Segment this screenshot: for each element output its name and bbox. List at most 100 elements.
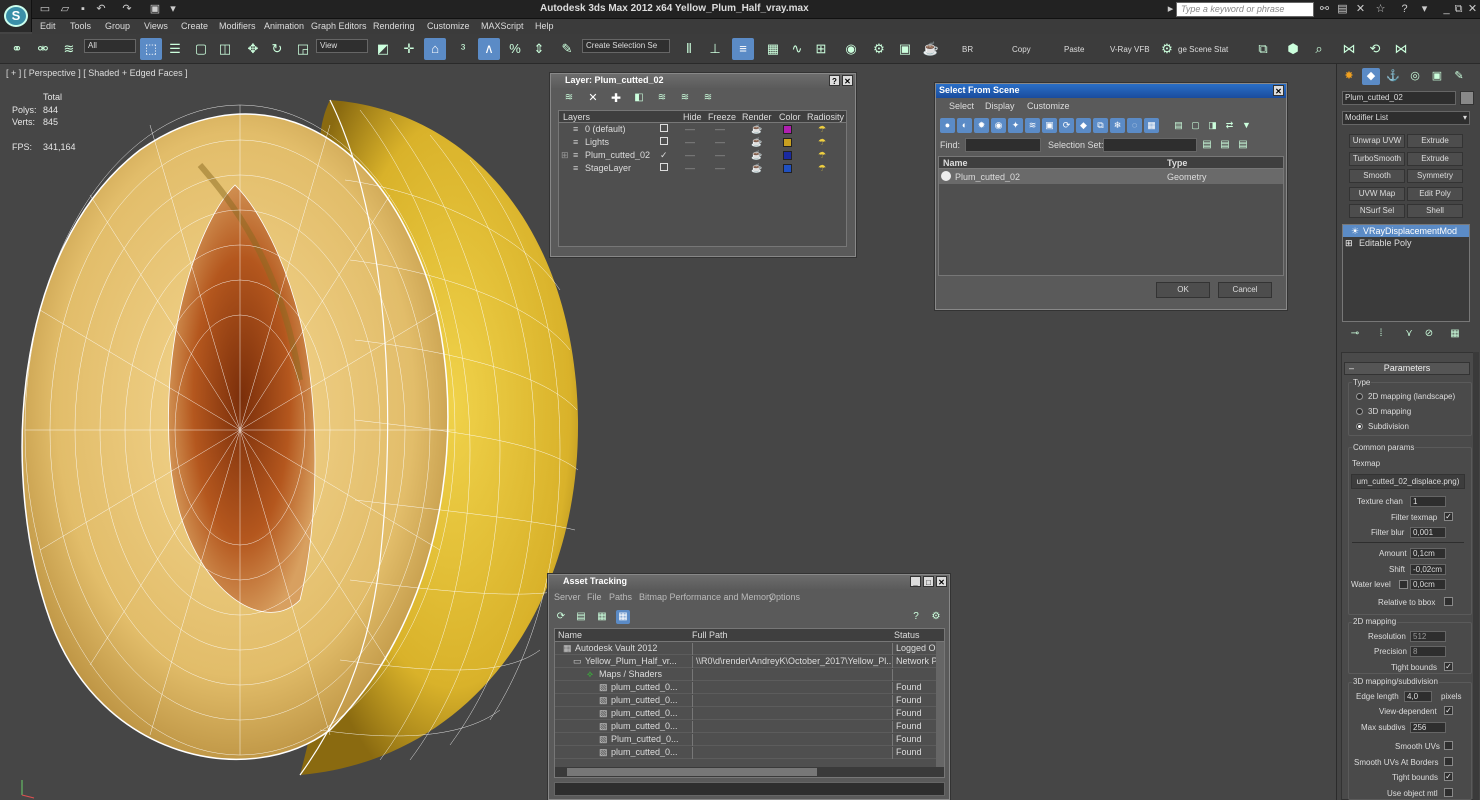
link-icon[interactable]: ⚭	[6, 38, 28, 60]
stack-item-editable-poly[interactable]: ⊞ Editable Poly	[1343, 237, 1469, 249]
modifier-button-unwrap-uvw[interactable]: Unwrap UVW	[1349, 134, 1405, 148]
layer-color-swatch[interactable]	[783, 125, 792, 136]
col-name[interactable]: Name	[943, 158, 968, 168]
layer-delete-icon[interactable]: ✕	[584, 90, 602, 106]
select-menu-select[interactable]: Select	[949, 101, 974, 111]
curve-editor-icon[interactable]: ∿	[786, 38, 808, 60]
scale-icon[interactable]: ◲	[292, 38, 314, 60]
tight-bounds-2-checkbox[interactable]: ✓	[1444, 772, 1453, 781]
hierarchy-tab-icon[interactable]: ⚓	[1384, 68, 1402, 85]
rotate-icon[interactable]: ↻	[266, 38, 288, 60]
helper-icon[interactable]: ⋈	[1338, 38, 1360, 60]
water-level-checkbox[interactable]	[1399, 580, 1408, 589]
display-cameras-icon[interactable]: ◉	[991, 118, 1006, 133]
display-shapes-icon[interactable]: ◐	[957, 118, 972, 133]
col-name[interactable]: Name	[558, 630, 582, 640]
menu-create[interactable]: Create	[181, 21, 208, 31]
maximize-icon[interactable]: □	[923, 576, 934, 587]
ok-button[interactable]: OK	[1156, 282, 1210, 298]
redo-icon[interactable]: ↷	[120, 2, 134, 16]
objects-icon[interactable]: ⬢	[1282, 38, 1304, 60]
display-tab-icon[interactable]: ▣	[1428, 68, 1446, 85]
pivot-center-icon[interactable]: ◩	[372, 38, 394, 60]
smooth-uvs-checkbox[interactable]	[1444, 741, 1453, 750]
delete-selset-icon[interactable]: ▤	[1236, 138, 1250, 152]
pin-stack-icon[interactable]: ⊸	[1346, 326, 1364, 342]
max-subdivs-field[interactable]: 256	[1410, 722, 1446, 733]
select-window-titlebar[interactable]: Select From Scene ✕	[936, 84, 1286, 98]
display-groups-icon[interactable]: ▣	[1042, 118, 1057, 133]
close-icon[interactable]: ✕	[936, 576, 947, 587]
col-radiosity[interactable]: Radiosity	[807, 112, 844, 122]
scene-stats-button[interactable]: ge Scene Stat	[1178, 45, 1228, 54]
hide-toggle[interactable]: ––	[685, 137, 695, 147]
render-setup-icon[interactable]: ⚙	[868, 38, 890, 60]
radiosity-icon[interactable]: ☂	[818, 150, 826, 161]
asset-list[interactable]: Name Full Path Status ▦ Autodesk Vault 20…	[554, 628, 945, 778]
table-row[interactable]: ▭ Yellow_Plum_Half_vr... \\R0\d\render\And…	[555, 655, 944, 668]
parameters-rollout-header[interactable]: – Parameters	[1344, 362, 1470, 375]
reference-coord-dropdown[interactable]: View	[316, 39, 368, 53]
table-view-icon[interactable]: ▦	[616, 610, 630, 624]
binoculars-icon[interactable]: ⚯	[1318, 3, 1331, 16]
layer-row[interactable]: ≡ Plum_cutted_02 ✓ –– –– ☕ ☂ ⊞	[559, 149, 846, 162]
layer-color-swatch[interactable]	[783, 151, 792, 162]
communication-center-icon[interactable]: ✕	[1354, 3, 1367, 16]
motion-tab-icon[interactable]: ◎	[1406, 68, 1424, 85]
table-row[interactable]: ▦ Autodesk Vault 2012 Logged Ou	[555, 642, 944, 655]
col-status[interactable]: Status	[894, 630, 920, 640]
freeze-toggle[interactable]: ––	[715, 150, 725, 160]
modify-tab-icon[interactable]: ◆	[1362, 68, 1380, 85]
modifier-button-nsurf-sel[interactable]: NSurf Sel	[1349, 204, 1405, 218]
select-manipulate-icon[interactable]: ✛	[398, 38, 420, 60]
menu-tools[interactable]: Tools	[70, 21, 91, 31]
display-xrefs-icon[interactable]: ⟳	[1059, 118, 1074, 133]
show-end-result-icon[interactable]: ⁞	[1372, 326, 1390, 342]
br-button[interactable]: BR	[962, 45, 973, 54]
radiosity-icon[interactable]: ☂	[818, 137, 826, 148]
layer-name[interactable]: StageLayer	[585, 163, 631, 173]
layer-hide-all-icon[interactable]: ≋	[676, 90, 694, 106]
hide-toggle[interactable]: ––	[685, 124, 695, 134]
display-lights-icon[interactable]: ✹	[974, 118, 989, 133]
tight-bounds-checkbox[interactable]: ✓	[1444, 662, 1453, 671]
selection-filter-dropdown[interactable]: All	[84, 39, 136, 53]
mirror-icon[interactable]: ⫴	[678, 38, 700, 60]
texmap-button[interactable]: um_cutted_02_displace.png)	[1351, 474, 1465, 489]
relative-bbox-checkbox[interactable]	[1444, 597, 1453, 606]
col-hide[interactable]: Hide	[683, 112, 702, 122]
render-teapot-icon[interactable]: ☕	[751, 124, 762, 135]
table-row[interactable]: ⟡ Maps / Shaders	[555, 668, 944, 681]
menu-maxscript[interactable]: MAXScript	[481, 21, 524, 31]
new-file-icon[interactable]: ▭	[38, 2, 52, 16]
amount-field[interactable]: 0,1cm	[1410, 548, 1446, 559]
radio-3d-mapping[interactable]	[1356, 408, 1363, 415]
render-teapot-icon[interactable]: ☕	[751, 163, 762, 174]
help-icon[interactable]: ?	[829, 75, 840, 86]
create-tab-icon[interactable]: ✸	[1340, 68, 1358, 85]
menu-group[interactable]: Group	[105, 21, 130, 31]
table-row[interactable]: ▧ plum_cutted_0... Found	[555, 746, 944, 759]
copy-button[interactable]: Copy	[1012, 45, 1031, 54]
radio-2d-mapping[interactable]	[1356, 393, 1363, 400]
layer-current-box[interactable]	[660, 163, 668, 173]
asset-vscrollbar[interactable]	[936, 642, 944, 767]
layer-current-box[interactable]	[660, 124, 668, 134]
material-editor-icon[interactable]: ◉	[840, 38, 862, 60]
close-icon[interactable]: ✕	[842, 75, 853, 86]
search-input[interactable]: Type a keyword or phrase	[1176, 2, 1314, 17]
asset-window-titlebar[interactable]: Asset Tracking _ □ ✕	[549, 575, 949, 589]
asset-menu-paths[interactable]: Paths	[609, 592, 632, 602]
table-row[interactable]: ▧ plum_cutted_0... Found	[555, 681, 944, 694]
vray-vfb-button[interactable]: V-Ray VFB	[1110, 45, 1150, 54]
layer-current-box[interactable]	[660, 137, 668, 147]
modifier-button-edit-poly[interactable]: Edit Poly	[1407, 186, 1463, 201]
make-unique-icon[interactable]: ⋎	[1400, 326, 1418, 342]
menu-graph-editors[interactable]: Graph Editors	[311, 21, 367, 31]
menu-views[interactable]: Views	[144, 21, 168, 31]
select-menu-display[interactable]: Display	[985, 101, 1015, 111]
save-file-icon[interactable]: ▪	[76, 2, 90, 16]
table-row[interactable]: ▧ plum_cutted_0... Found	[555, 707, 944, 720]
subscription-icon[interactable]: ▤	[1336, 3, 1349, 16]
layer-row[interactable]: ≡ 0 (default) –– –– ☕ ☂	[559, 123, 846, 136]
